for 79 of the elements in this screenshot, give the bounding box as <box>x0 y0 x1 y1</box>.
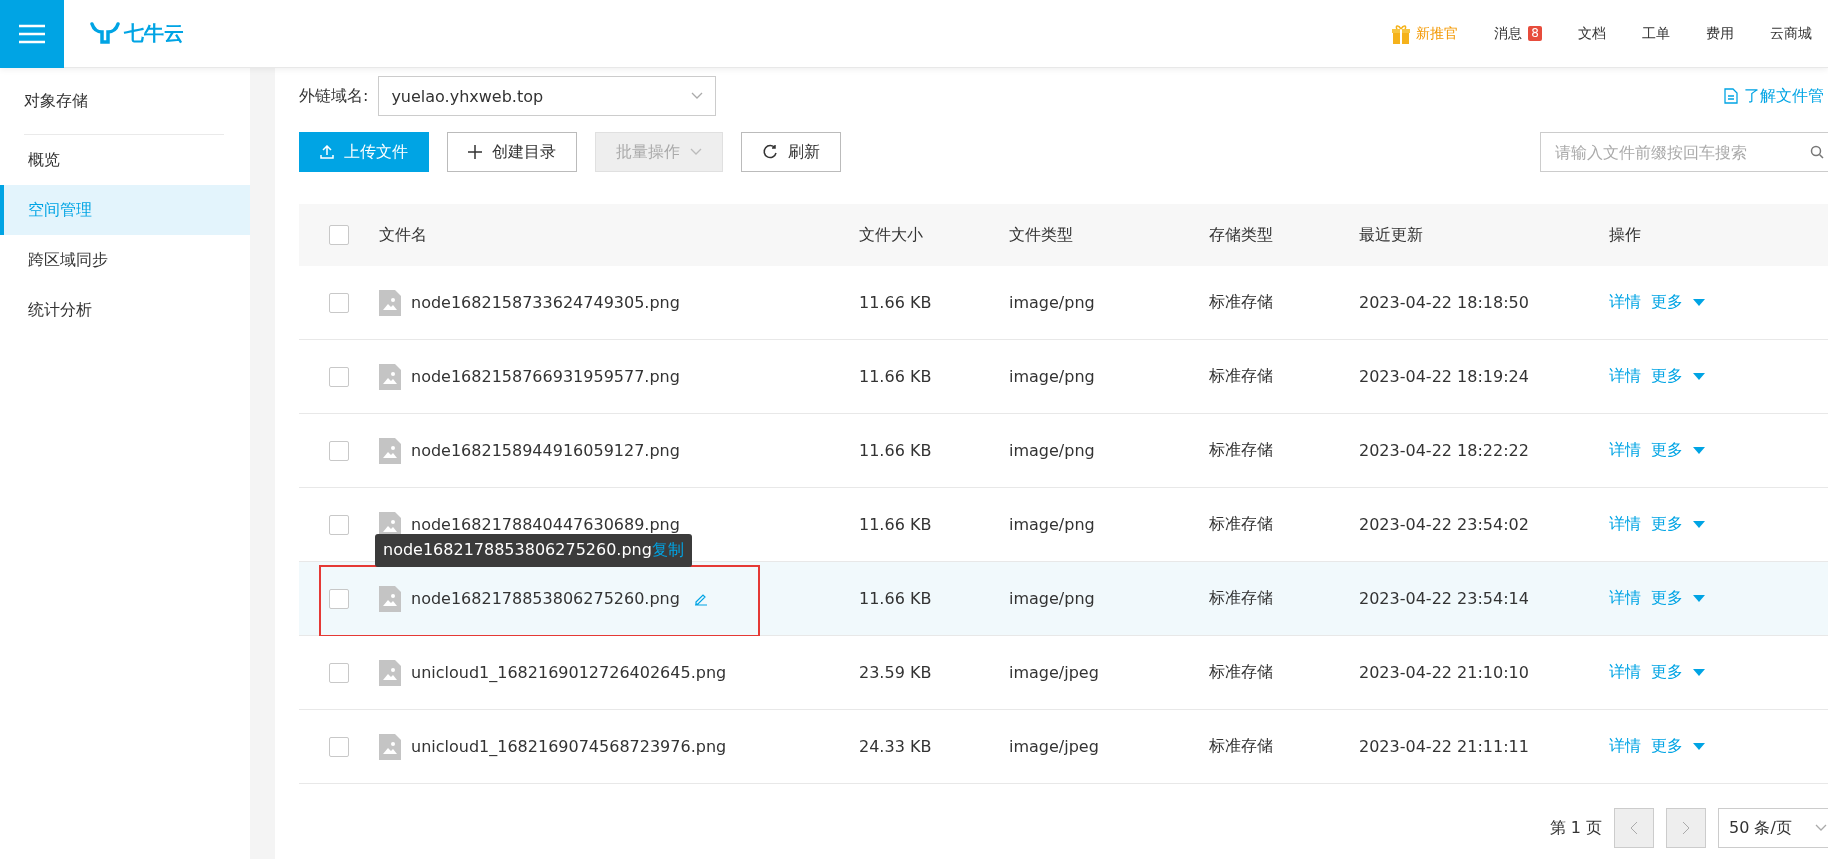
nav-link[interactable]: 工单 <box>1642 24 1670 43</box>
upload-button[interactable]: 上传文件 <box>299 132 429 172</box>
more-link[interactable]: 更多 <box>1651 514 1683 535</box>
table-cell-text: 11.66 KB <box>859 515 933 534</box>
column-header: 文件类型 <box>1009 224 1074 246</box>
table-cell-text: 11.66 KB <box>859 589 933 608</box>
table-cell-text: image/jpeg <box>1009 737 1100 756</box>
count-badge: 8 <box>1528 26 1542 41</box>
domain-select[interactable]: yuelao.yhxweb.top <box>378 76 717 116</box>
column-header: 文件大小 <box>859 224 924 246</box>
more-link[interactable]: 更多 <box>1651 366 1683 387</box>
details-link[interactable]: 详情 <box>1609 588 1641 609</box>
details-link[interactable]: 详情 <box>1609 292 1641 313</box>
search-field[interactable]: 请输入文件前缀按回车搜索 <box>1540 132 1828 172</box>
table-cell-text: 标准存储 <box>1209 440 1274 461</box>
table-cell-text: 2023-04-22 23:54:14 <box>1359 589 1530 608</box>
column-header: 文件名 <box>379 224 428 246</box>
details-link[interactable]: 详情 <box>1609 366 1641 387</box>
table-cell-text: 11.66 KB <box>859 293 933 312</box>
table-cell-text: 2023-04-22 18:22:22 <box>1359 441 1530 460</box>
table-cell-text: 标准存储 <box>1209 292 1274 313</box>
table-cell-text: 23.59 KB <box>859 663 933 682</box>
details-link[interactable]: 详情 <box>1609 440 1641 461</box>
column-header: 最近更新 <box>1359 224 1424 246</box>
file-name: node1682178840447630689.png <box>411 515 680 534</box>
logo-text: 七牛云 <box>124 20 184 47</box>
details-link[interactable]: 详情 <box>1609 514 1641 535</box>
file-name: node1682158944916059127.png <box>411 441 680 460</box>
sidebar-item[interactable]: 跨区域同步 <box>0 235 250 285</box>
table-cell-text: image/png <box>1009 367 1096 386</box>
table-cell-text: 标准存储 <box>1209 514 1274 535</box>
more-link[interactable]: 更多 <box>1651 662 1683 683</box>
table-cell-text: 2023-04-22 21:11:11 <box>1359 737 1530 756</box>
more-link[interactable]: 更多 <box>1651 292 1683 313</box>
table-cell-text: 24.33 KB <box>859 737 933 756</box>
table-cell-text: image/png <box>1009 515 1096 534</box>
file-name: node1682158733624749305.png <box>411 293 680 312</box>
copy-link[interactable]: 复制 <box>651 540 684 561</box>
nav-link[interactable]: 云商城 <box>1770 24 1812 43</box>
page-indicator: 第 1 页 <box>1549 817 1602 839</box>
sidebar-item[interactable]: 概览 <box>0 135 250 185</box>
table-cell-text: 标准存储 <box>1209 366 1274 387</box>
table-cell-text: image/png <box>1009 293 1096 312</box>
nav-link[interactable]: 文档 <box>1578 24 1606 43</box>
table-cell-text: 标准存储 <box>1209 662 1274 683</box>
sidebar-item[interactable]: 空间管理 <box>0 185 250 235</box>
details-link[interactable]: 详情 <box>1609 736 1641 757</box>
page-size-select[interactable]: 50 条/页 <box>1718 808 1828 848</box>
promo-link[interactable]: 新推官 <box>1392 23 1459 44</box>
file-name: node1682158766931959577.png <box>411 367 680 386</box>
table-cell-text: 标准存储 <box>1209 588 1274 609</box>
more-link[interactable]: 更多 <box>1651 736 1683 757</box>
sidebar-item[interactable]: 统计分析 <box>0 285 250 335</box>
column-header: 操作 <box>1609 224 1642 246</box>
file-name: unicloud1_1682169012726402645.png <box>411 663 727 682</box>
nav-link[interactable]: 消息 8 <box>1494 24 1542 43</box>
file-name: node1682178853806275260.png <box>411 589 680 608</box>
refresh-button[interactable]: 刷新 <box>741 132 841 172</box>
table-cell-text: 标准存储 <box>1209 736 1274 757</box>
table-cell-text: 2023-04-22 18:19:24 <box>1359 367 1530 386</box>
file-name: unicloud1_1682169074568723976.png <box>411 737 727 756</box>
more-link[interactable]: 更多 <box>1651 440 1683 461</box>
sidebar-title: 对象存储 <box>23 90 89 112</box>
nav-link[interactable]: 费用 <box>1706 24 1734 43</box>
table-cell-text: 11.66 KB <box>859 367 933 386</box>
tooltip-text: node1682178853806275260.png <box>383 540 652 561</box>
column-header: 存储类型 <box>1209 224 1274 246</box>
table-cell-text: 2023-04-22 21:10:10 <box>1359 663 1530 682</box>
table-cell-text: image/jpeg <box>1009 663 1100 682</box>
help-link[interactable]: 了解文件管 <box>1724 85 1824 107</box>
more-link[interactable]: 更多 <box>1651 588 1683 609</box>
create-folder-button[interactable]: 创建目录 <box>447 132 577 172</box>
table-cell-text: 2023-04-22 23:54:02 <box>1359 515 1530 534</box>
details-link[interactable]: 详情 <box>1609 662 1641 683</box>
table-cell-text: 11.66 KB <box>859 441 933 460</box>
table-cell-text: 2023-04-22 18:18:50 <box>1359 293 1530 312</box>
domain-label: 外链域名: <box>299 85 369 107</box>
table-cell-text: image/png <box>1009 589 1096 608</box>
table-cell-text: image/png <box>1009 441 1096 460</box>
